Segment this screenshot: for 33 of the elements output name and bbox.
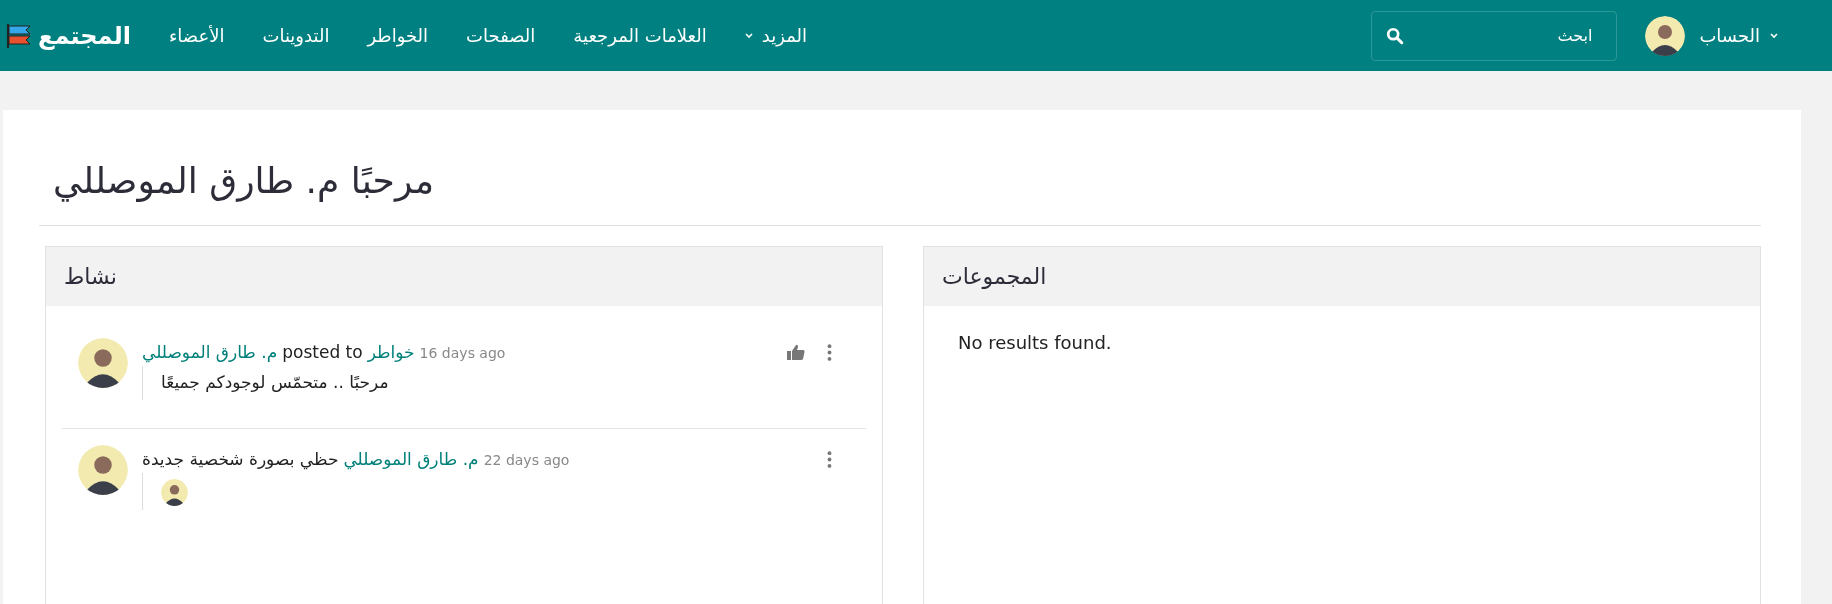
account-menu[interactable]: الحساب xyxy=(1699,25,1778,46)
search-field[interactable]: ابحث xyxy=(1371,10,1618,61)
nav-link[interactable]: التدوينات xyxy=(262,25,330,46)
avatar[interactable] xyxy=(161,479,188,506)
panel-title: نشاط xyxy=(64,264,117,289)
empty-message: No results found. xyxy=(958,332,1112,353)
entry-link[interactable]: م. طارق الموصللي xyxy=(343,449,479,469)
site-name-link[interactable]: المجتمع xyxy=(38,21,131,50)
avatar[interactable] xyxy=(1645,15,1686,56)
more-options-icon[interactable] xyxy=(827,451,832,468)
search-input[interactable]: ابحث xyxy=(1414,25,1595,46)
avatar[interactable] xyxy=(78,445,128,495)
caret-icon[interactable] xyxy=(1770,32,1778,39)
nav-link[interactable]: العلامات المرجعية xyxy=(573,25,707,46)
nav-link[interactable]: الخواطر xyxy=(367,25,429,46)
entry-link[interactable]: خواطر xyxy=(367,342,415,362)
more-options-icon[interactable] xyxy=(827,344,832,361)
flag-icon[interactable] xyxy=(6,22,32,49)
like-icon[interactable] xyxy=(787,344,805,360)
search-icon[interactable] xyxy=(1386,26,1405,45)
panel-title: المجموعات xyxy=(942,264,1047,289)
page-title: مرحبًا م. طارق الموصللي xyxy=(53,160,436,204)
entry-text: حظي بصورة شخصية جديدة xyxy=(142,449,339,469)
timestamp: 22 days ago xyxy=(483,452,570,468)
entry-text: posted to xyxy=(282,342,363,362)
timestamp: 16 days ago xyxy=(419,345,506,361)
entry-link[interactable]: م. طارق الموصللي xyxy=(142,342,278,362)
nav-link[interactable]: الصفحات xyxy=(466,25,536,46)
caret-icon[interactable] xyxy=(744,32,753,39)
avatar[interactable] xyxy=(78,338,128,388)
post-text: مرحبًا .. متحمّس لوجودكم جميعًا xyxy=(161,372,389,392)
nav-link[interactable]: المزيد xyxy=(744,25,808,46)
nav-link[interactable]: الأعضاء xyxy=(168,25,225,46)
